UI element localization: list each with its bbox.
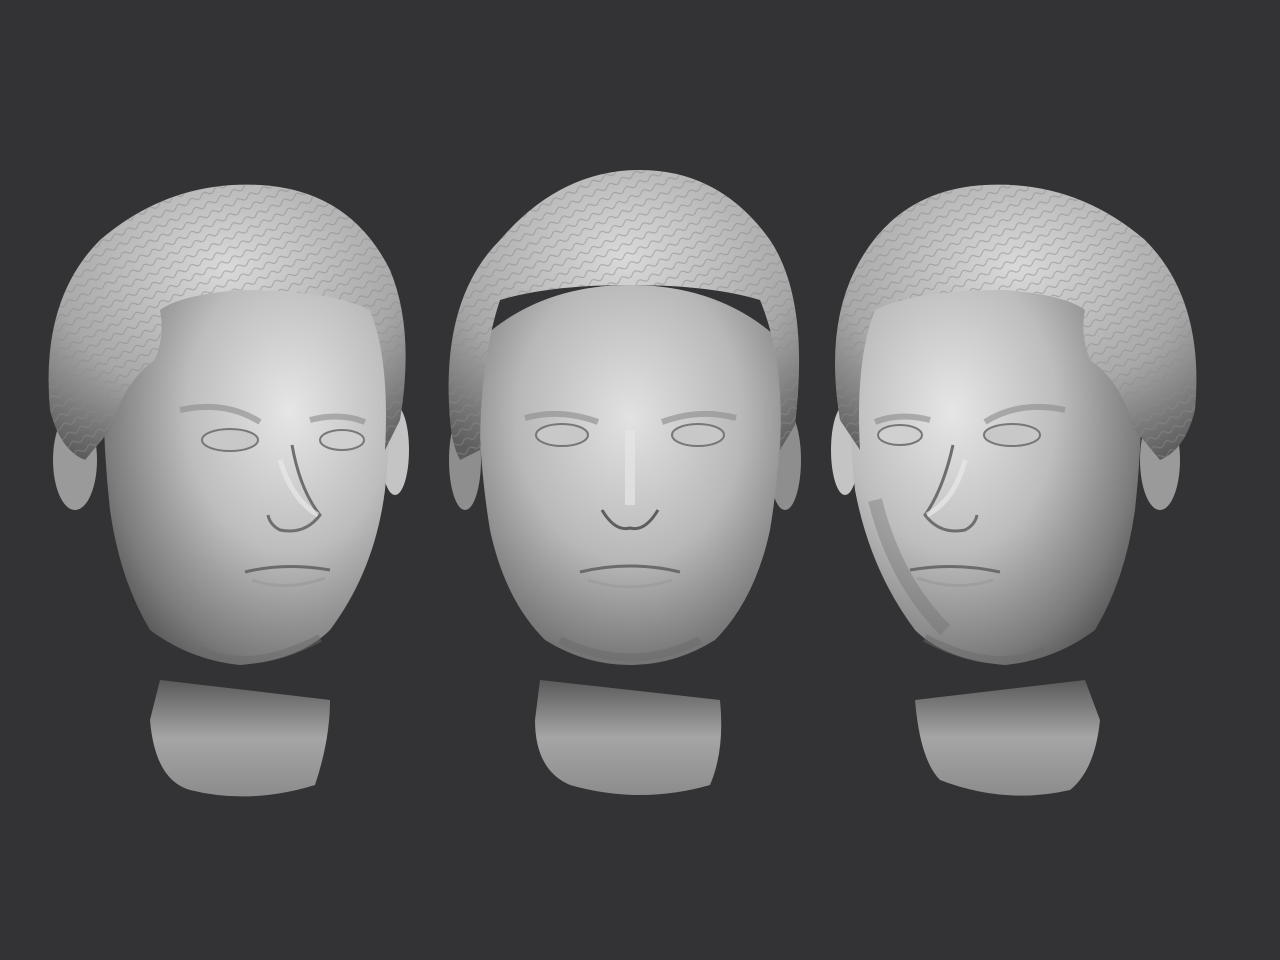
render-viewport xyxy=(0,0,1280,960)
head-render-right xyxy=(815,160,1215,810)
head-render-front xyxy=(440,160,840,810)
head-render-left xyxy=(30,160,430,810)
